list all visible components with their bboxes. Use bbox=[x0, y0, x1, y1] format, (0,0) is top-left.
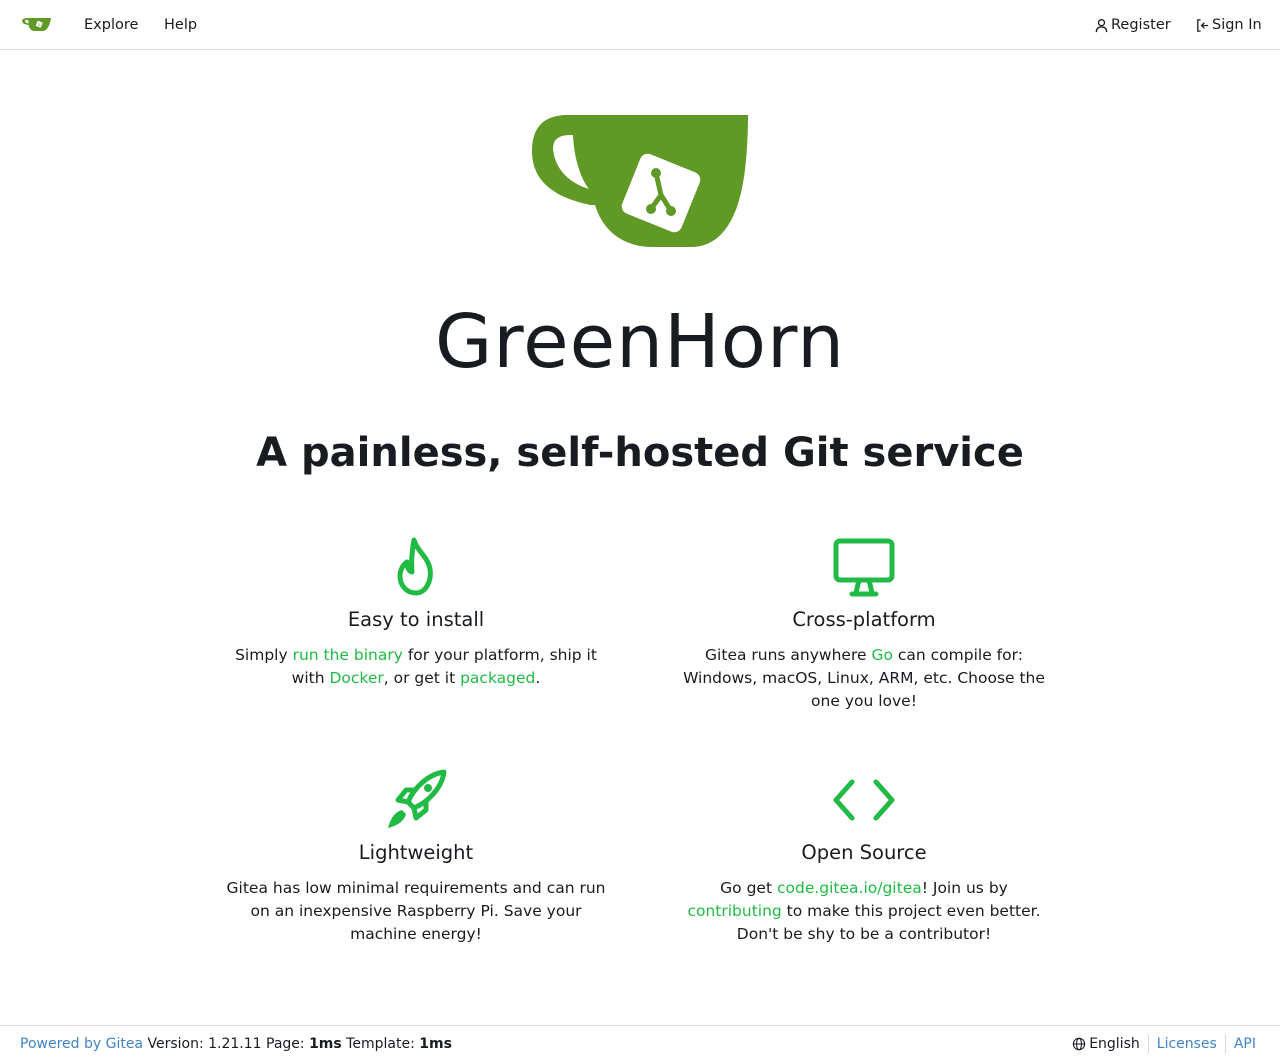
feature-text: Gitea runs anywhere bbox=[705, 646, 872, 664]
feature-heading: Cross-platform bbox=[792, 608, 936, 631]
sign-in-link[interactable]: Sign In bbox=[1195, 15, 1262, 35]
powered-by-gitea-link[interactable]: Powered by Gitea bbox=[20, 1036, 143, 1052]
packaged-link[interactable]: packaged bbox=[460, 669, 535, 687]
feature-text: to make this project even better. Don't … bbox=[736, 902, 1041, 943]
run-the-binary-link[interactable]: run the binary bbox=[293, 646, 403, 664]
feature-heading: Lightweight bbox=[358, 841, 474, 864]
version-label: Version: 1.21.11 Page: bbox=[143, 1036, 310, 1052]
feature-text: Simply bbox=[235, 646, 293, 664]
code-icon bbox=[833, 779, 895, 821]
feature-open-source: Open Source Go get code.gitea.io/gitea! … bbox=[674, 768, 1054, 946]
gitea-source-link[interactable]: code.gitea.io/gitea bbox=[777, 879, 922, 897]
page-time: 1ms bbox=[309, 1036, 342, 1052]
feature-text: ! Join us by bbox=[921, 879, 1008, 897]
gitea-logo-home-link[interactable] bbox=[22, 13, 54, 37]
rocket-icon bbox=[388, 769, 447, 828]
template-label: Template: bbox=[341, 1036, 420, 1052]
feature-easy-to-install: Easy to install Simply run the binary fo… bbox=[226, 535, 606, 690]
person-icon bbox=[1095, 18, 1108, 32]
gitea-teacup-logo bbox=[532, 115, 748, 247]
language-label: English bbox=[1089, 1036, 1140, 1052]
feature-text: . bbox=[535, 669, 541, 687]
api-link[interactable]: API bbox=[1226, 1035, 1256, 1053]
language-selector[interactable]: English bbox=[1072, 1035, 1149, 1053]
footer-version-info: Powered by Gitea Version: 1.21.11 Page: … bbox=[20, 1035, 452, 1053]
licenses-link[interactable]: Licenses bbox=[1149, 1035, 1226, 1053]
contributing-link[interactable]: contributing bbox=[687, 902, 781, 920]
gitea-logo-icon bbox=[22, 18, 51, 31]
feature-cross-platform: Cross-platform Gitea runs anywhere Go ca… bbox=[674, 535, 1054, 713]
feature-description: Gitea has low minimal requirements and c… bbox=[226, 879, 606, 943]
footer-links: English Licenses API bbox=[1072, 1035, 1256, 1053]
feature-description: Gitea runs anywhere Go can compile for: … bbox=[674, 644, 1054, 713]
template-time: 1ms bbox=[419, 1036, 452, 1052]
flame-icon bbox=[397, 537, 433, 596]
feature-lightweight: Lightweight Gitea has low minimal requir… bbox=[226, 768, 606, 946]
feature-text: , or get it bbox=[383, 669, 461, 687]
top-navbar: Explore Help Register Sign In bbox=[0, 0, 1280, 50]
feature-description: Simply run the binary for your platform,… bbox=[226, 644, 606, 690]
go-link[interactable]: Go bbox=[871, 646, 893, 664]
register-link[interactable]: Register bbox=[1094, 15, 1171, 35]
page-footer: Powered by Gitea Version: 1.21.11 Page: … bbox=[0, 1025, 1280, 1062]
feature-heading: Open Source bbox=[801, 841, 927, 864]
feature-heading: Easy to install bbox=[347, 608, 485, 631]
nav-explore-link[interactable]: Explore bbox=[84, 15, 138, 35]
device-desktop-icon bbox=[833, 538, 895, 597]
globe-icon bbox=[1072, 1037, 1086, 1051]
site-tagline: A painless, self-hosted Git service bbox=[256, 430, 1024, 476]
site-title: GreenHorn bbox=[434, 299, 846, 385]
sign-in-label: Sign In bbox=[1212, 17, 1262, 33]
feature-description: Go get code.gitea.io/gitea! Join us by c… bbox=[674, 877, 1054, 946]
docker-link[interactable]: Docker bbox=[329, 669, 383, 687]
nav-help-link[interactable]: Help bbox=[164, 15, 197, 35]
feature-text: Go get bbox=[720, 879, 777, 897]
sign-in-icon bbox=[1197, 18, 1209, 32]
register-label: Register bbox=[1111, 17, 1171, 33]
